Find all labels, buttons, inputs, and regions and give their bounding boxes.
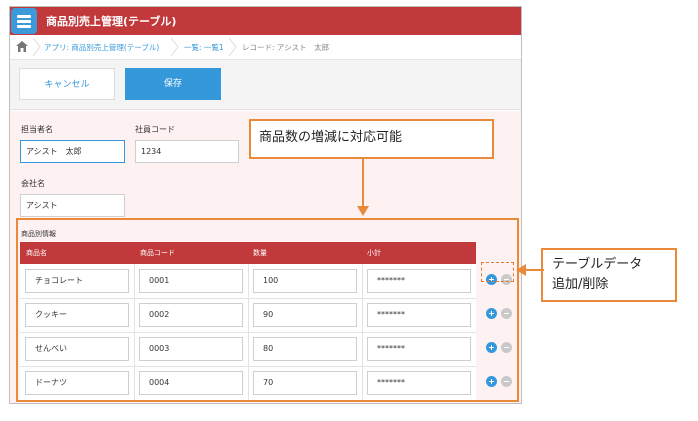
breadcrumb-list[interactable]: 一覧: 一覧1 — [184, 42, 224, 53]
person-label: 担当者名 — [21, 125, 53, 134]
breadcrumb-separator-icon — [170, 38, 179, 56]
employee-code-field[interactable]: 1234 — [135, 140, 239, 163]
table-highlight-box — [16, 218, 519, 402]
save-button[interactable]: 保存 — [125, 68, 221, 100]
callout-arrow-down-icon — [357, 158, 369, 216]
breadcrumb-separator-icon — [32, 38, 41, 56]
company-field[interactable]: アシスト — [20, 194, 125, 217]
row-buttons-highlight-box — [481, 262, 514, 282]
person-field[interactable]: アシスト 太郎 — [20, 140, 125, 163]
callout-top-text: 商品数の増減に対応可能 — [259, 130, 403, 145]
employee-code-label: 社員コード — [135, 125, 175, 134]
breadcrumb-record: レコード: アシスト 太郎 — [242, 43, 330, 52]
company-label: 会社名 — [21, 179, 45, 188]
breadcrumb: アプリ: 商品別売上管理(テーブル) 一覧: 一覧1 レコード: アシスト 太郎 — [10, 35, 521, 60]
callout-arrow-left-icon — [516, 264, 544, 276]
home-icon[interactable] — [16, 41, 28, 52]
edit-toolbar: キャンセル 保存 — [10, 60, 521, 110]
breadcrumb-app[interactable]: アプリ: 商品別売上管理(テーブル) — [44, 42, 159, 53]
app-title: 商品別売上管理(テーブル) — [46, 15, 177, 28]
cancel-button[interactable]: キャンセル — [19, 68, 115, 100]
breadcrumb-separator-icon — [228, 38, 237, 56]
app-menu-icon[interactable] — [11, 8, 37, 34]
callout-right-line1: テーブルデータ — [552, 257, 643, 272]
app-header: 商品別売上管理(テーブル) — [10, 7, 521, 35]
callout-right-line2: 追加/削除 — [552, 277, 609, 292]
